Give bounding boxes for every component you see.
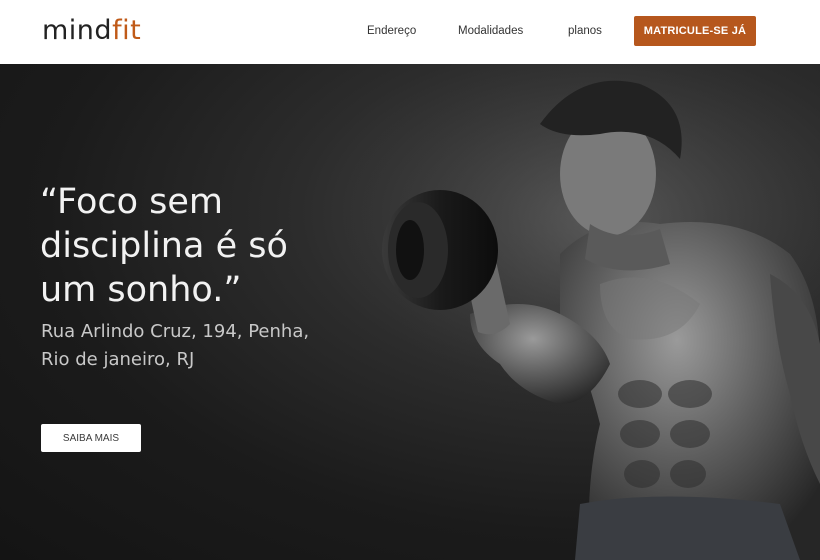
logo[interactable]: mindfit bbox=[42, 14, 141, 48]
logo-main: mind bbox=[42, 15, 113, 46]
nav-endereco[interactable]: Endereço bbox=[367, 25, 416, 37]
site-header: mindfit Endereço Modalidades planos MATR… bbox=[0, 0, 820, 64]
address-line-1: Rua Arlindo Cruz, 194, Penha, bbox=[41, 321, 310, 342]
hero-section: “Foco sem disciplina é só um sonho.” Rua… bbox=[0, 64, 820, 560]
nav-modalidades[interactable]: Modalidades bbox=[458, 25, 523, 37]
quote-line-3: um sonho.” bbox=[40, 270, 242, 310]
matricule-button[interactable]: MATRICULE-SE JÁ bbox=[634, 16, 756, 46]
bodybuilder-photo bbox=[340, 64, 820, 560]
hero-address: Rua Arlindo Cruz, 194, Penha, Rio de jan… bbox=[41, 318, 371, 374]
hero-quote: “Foco sem disciplina é só um sonho.” bbox=[40, 180, 360, 312]
quote-line-2: disciplina é só bbox=[40, 226, 288, 266]
address-line-2: Rio de janeiro, RJ bbox=[41, 349, 195, 370]
saiba-mais-button[interactable]: SAIBA MAIS bbox=[41, 424, 141, 452]
nav-planos[interactable]: planos bbox=[568, 25, 602, 37]
quote-line-1: “Foco sem bbox=[40, 182, 223, 222]
logo-accent: fit bbox=[112, 15, 142, 46]
